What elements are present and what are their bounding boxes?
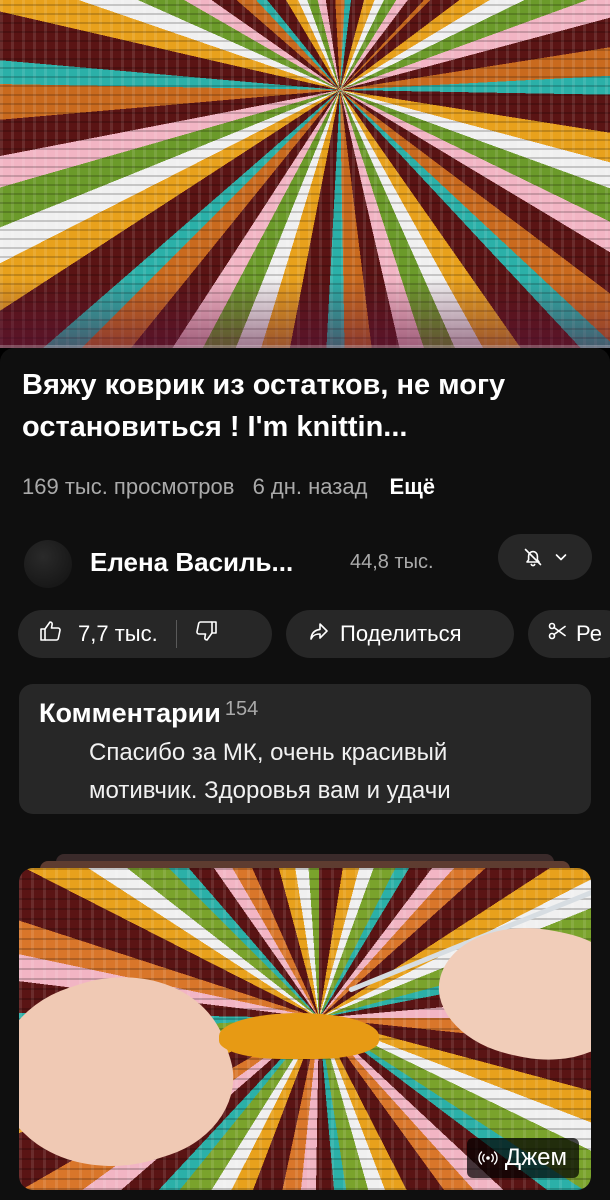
next-video-thumbnail[interactable]: Джем [19,868,591,1190]
top-comment-text: Спасибо за МК, очень красивый мотивчик. … [89,739,451,804]
bell-off-icon [521,545,545,569]
video-meta[interactable]: 169 тыс. просмотров 6 дн. назад Ещё [22,474,447,500]
like-count: 7,7 тыс. [78,621,158,646]
channel-avatar[interactable] [24,540,72,588]
remix-button[interactable]: Ре [528,610,610,658]
comments-header: Комментарии 154 [39,698,258,729]
like-dislike-group: 7,7 тыс. [18,610,272,658]
share-label: Поделиться [340,621,462,646]
thumbnail-hand [19,947,253,1190]
dislike-button[interactable] [193,618,219,650]
thumbs-up-icon [38,618,64,650]
video-title[interactable]: Вяжу коврик из остатков, не могу останов… [22,364,592,448]
remix-icon [546,620,568,648]
subscriber-count: 44,8 тыс. [350,551,434,573]
comments-count: 154 [224,698,259,720]
like-button[interactable]: 7,7 тыс. [38,618,158,650]
comments-title: Комментарии [39,698,221,728]
notification-bell-button[interactable] [498,534,592,580]
more-description-link[interactable]: Ещё [390,474,435,499]
channel-name[interactable]: Елена Василь... [90,547,293,578]
comments-section[interactable]: Комментарии 154 Спасибо за МК, очень крас… [19,684,591,814]
share-button[interactable]: Поделиться [286,610,514,658]
live-broadcast-icon [477,1150,499,1166]
thumbs-down-icon [193,621,219,649]
share-icon [308,620,330,648]
thumbnail-crochet-piece [219,1013,379,1059]
upload-age: 6 дн. назад [252,474,368,499]
chevron-down-icon [553,549,569,565]
view-count: 169 тыс. просмотров [22,474,235,499]
remix-label: Ре [576,621,602,646]
video-player[interactable] [0,0,610,348]
thumbnail-hand [427,909,591,1077]
jam-badge: Джем [466,1138,579,1178]
jam-label: Джем [504,1144,567,1171]
like-divider [175,620,177,648]
